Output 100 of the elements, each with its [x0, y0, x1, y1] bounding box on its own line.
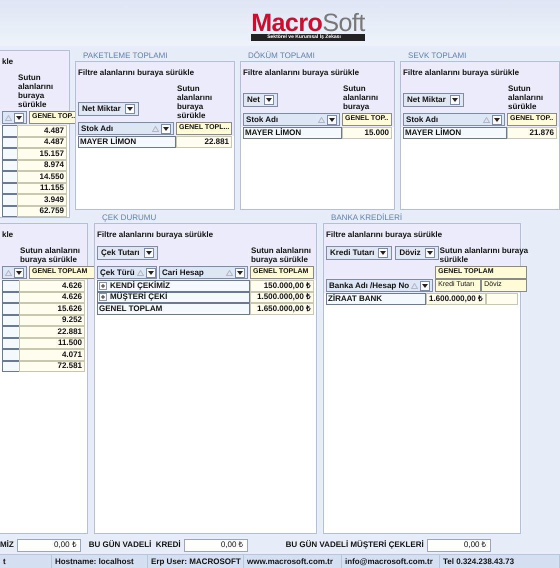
sort-icon — [5, 114, 12, 120]
panel-title: ÇEK DURUMU — [102, 213, 156, 222]
field-header[interactable]: Stok Adı — [78, 122, 174, 135]
value-cell: 4.626 — [19, 280, 85, 292]
filter-hint: Filtre alanlarını buraya sürükle — [243, 68, 360, 78]
row-label-text: ZİRAAT BANK — [328, 292, 382, 305]
data-field-button[interactable]: Döviz — [395, 246, 439, 260]
dropdown-icon[interactable] — [450, 95, 460, 105]
status-item: Erp User: MACROSOFT — [148, 555, 244, 568]
row-label-text: GENEL TOPLAM — [99, 302, 162, 315]
dropdown-icon[interactable] — [378, 248, 388, 258]
sort-icon — [152, 126, 159, 132]
value-cell: 1.500.000,00 ₺ — [250, 292, 314, 303]
value-cell: 15.626 — [19, 303, 85, 314]
value-cell: 11.500 — [19, 338, 85, 349]
value-cell: 4.071 — [19, 349, 85, 360]
dropdown-icon[interactable] — [144, 248, 154, 258]
sort-icon — [411, 282, 418, 288]
status-item: info@macrosoft.com.tr — [342, 555, 440, 568]
value-cell: 4.487 — [17, 136, 67, 148]
value-cell — [486, 293, 518, 304]
value-cell: 11.155 — [17, 182, 67, 194]
summary-field[interactable]: 0,00 ₺ — [184, 538, 248, 552]
row-label-text: MAYER LİMON — [80, 136, 136, 148]
data-field-button[interactable]: Net — [243, 93, 278, 107]
summary-label: BU GÜN VADELİ KREDİ — [88, 539, 181, 551]
expand-icon[interactable] — [99, 282, 107, 290]
summary-label: MİZ — [0, 539, 14, 551]
value-cell: 22.881 — [19, 326, 85, 338]
summary-field[interactable]: 0,00 ₺ — [426, 538, 491, 552]
dropdown-icon[interactable] — [492, 114, 502, 124]
field-header[interactable]: Stok Adı — [243, 113, 340, 126]
value-cell: 72.581 — [19, 360, 85, 372]
field-header[interactable]: Çek Türü — [97, 266, 157, 279]
sort-icon — [226, 270, 233, 276]
filter-hint: Filtre alanlarını buraya sürükle — [403, 68, 520, 78]
status-item: t — [0, 555, 52, 568]
panel-title: SEVK TOPLAMI — [408, 51, 466, 60]
sort-icon — [483, 116, 490, 122]
data-field-button[interactable]: Net Miktar — [78, 102, 139, 116]
column-hint: Sutun alanlarını sürükle — [507, 84, 544, 111]
logo-wordmark: MacroSoft — [251, 12, 365, 34]
value-cell: 14.550 — [17, 171, 67, 182]
data-field-button[interactable]: Net Miktar — [403, 93, 464, 107]
value-cell: 4.487 — [17, 125, 67, 136]
dropdown-icon[interactable] — [14, 112, 24, 122]
row-label-text: MAYER LİMON — [245, 126, 302, 139]
field-header[interactable] — [2, 266, 27, 279]
sort-icon — [5, 270, 12, 276]
summary-field[interactable]: 0,00 ₺ — [16, 538, 81, 552]
column-hint: Sutun alanlarını buraya sürükle — [17, 73, 54, 109]
filter-hint: kle — [2, 57, 14, 67]
filter-hint: Filtre alanlarını buraya sürükle — [78, 68, 196, 78]
data-field-button[interactable]: Çek Tutarı — [97, 246, 158, 260]
dropdown-icon[interactable] — [424, 248, 435, 258]
panel-title: PAKETLEME TOPLAMI — [83, 51, 168, 60]
status-item: www.macrosoft.com.tr — [244, 555, 342, 568]
field-header[interactable]: Stok Adı — [403, 113, 505, 126]
status-item: Tel 0.324.238.43.73 — [440, 555, 560, 568]
column-hint: Sutun alanlarını buraya sürükle — [250, 246, 312, 264]
dropdown-icon[interactable] — [420, 280, 430, 290]
value-cell: 3.949 — [17, 194, 67, 206]
panel-title: DÖKÜM TOPLAMI — [248, 51, 315, 60]
field-header[interactable] — [2, 111, 27, 124]
column-hint: Sutun alanlarını buraya — [342, 84, 380, 111]
filter-hint: Filtre alanlarını buraya sürükle — [326, 230, 444, 240]
value-cell: 21.876 — [507, 127, 557, 138]
value-cell: 1.650.000,00 ₺ — [250, 303, 314, 314]
sort-icon — [318, 116, 325, 122]
dropdown-icon[interactable] — [161, 124, 171, 134]
value-cell: 150.000,00 ₺ — [250, 280, 314, 292]
value-cell: 15.157 — [17, 148, 67, 160]
panel-title: BANKA KREDİLERİ — [331, 213, 402, 222]
value-cell: 4.626 — [19, 292, 85, 303]
value-cell: 8.974 — [17, 160, 67, 171]
status-item: Hostname: localhost — [52, 555, 148, 568]
row-label-text: MAYER LİMON — [405, 126, 462, 139]
value-cell: 22.881 — [176, 136, 232, 148]
dropdown-icon[interactable] — [14, 268, 24, 278]
column-hint: Sutun alanlarını buraya sürükle — [176, 84, 214, 120]
value-cell: 15.000 — [342, 127, 392, 138]
column-hint: Sutun alanlarını buraya sürükle — [438, 246, 530, 264]
sort-icon — [136, 270, 144, 276]
dropdown-icon[interactable] — [124, 104, 135, 114]
value-cell: 62.759 — [17, 206, 67, 217]
dropdown-icon[interactable] — [235, 268, 245, 278]
expand-icon[interactable] — [99, 293, 107, 302]
dropdown-icon[interactable] — [146, 268, 156, 278]
filter-hint: Filtre alanlarını buraya sürükle — [97, 230, 214, 240]
value-cell: 9.252 — [19, 314, 85, 326]
data-field-button[interactable]: Kredi Tutarı — [326, 246, 392, 260]
dropdown-icon[interactable] — [264, 95, 274, 105]
filter-hint: kle — [2, 230, 14, 240]
dropdown-icon[interactable] — [327, 114, 337, 124]
field-header[interactable]: Banka Adı /Hesap No — [326, 279, 434, 292]
row-label-text: KENDİ ÇEKİMİZ — [110, 280, 170, 292]
value-cell: 1.600.000,00 ₺ — [426, 293, 486, 304]
field-header[interactable]: Cari Hesap — [159, 266, 248, 279]
row-label-text: MÜŞTERİ ÇEKİ — [110, 291, 168, 304]
summary-label: BU GÜN VADELİ MÜŞTERİ ÇEKLERİ — [286, 539, 424, 551]
